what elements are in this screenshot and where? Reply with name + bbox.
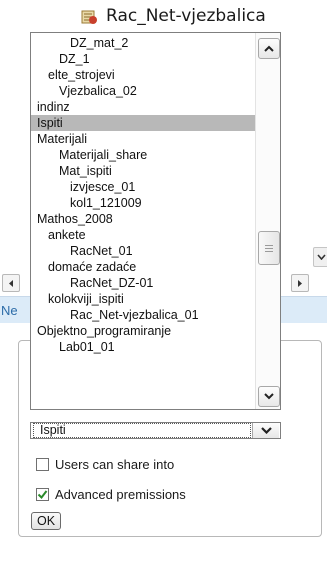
folder-select-value: Ispiti [33, 423, 251, 438]
folder-list-item[interactable]: Ispiti [31, 115, 261, 131]
users-can-share-label: Users can share into [55, 456, 175, 472]
chevron-up-icon [264, 45, 274, 52]
folder-list-item[interactable]: Rac_Net-vjezbalica_01 [31, 307, 280, 323]
folder-list-item[interactable]: izvjesce_01 [31, 179, 280, 195]
folder-list-item[interactable]: Materijali [31, 131, 261, 147]
advanced-permissions-option[interactable]: Advanced premissions [36, 485, 186, 503]
tree-vertical-scrollbar[interactable] [313, 0, 327, 268]
grip-icon [265, 244, 273, 252]
tree-item[interactable]: Rac_Net-vjezbalica [80, 4, 266, 28]
users-can-share-checkbox[interactable] [36, 457, 49, 471]
users-can-share-option[interactable]: Users can share into [36, 455, 174, 473]
folder-list: DZ_mat_2 DZ_1 elte_strojevi Vjezbalica_02 in… [31, 33, 261, 409]
scroll-up-button[interactable] [258, 38, 280, 59]
status-text: Ne [1, 303, 18, 318]
folder-list-item[interactable]: DZ_mat_2 [31, 35, 280, 51]
ok-button[interactable]: OK [31, 512, 61, 530]
folder-list-item[interactable]: Objektno_programiranje [31, 323, 261, 339]
folder-list-item[interactable]: ankete [31, 227, 272, 243]
dropdown-scrollbar[interactable] [255, 33, 280, 409]
folder-dropdown-list[interactable]: DZ_mat_2 DZ_1 elte_strojevi Vjezbalica_02 in… [30, 32, 281, 410]
folder-select[interactable]: Ispiti [30, 422, 281, 439]
advanced-permissions-checkbox[interactable] [36, 487, 49, 501]
checkmark-icon [37, 489, 48, 499]
tree-item-label: Rac_Net-vjezbalica [106, 6, 266, 26]
scroll-thumb[interactable] [258, 231, 280, 265]
folder-list-item[interactable]: kolokviji_ispiti [31, 291, 272, 307]
scroll-down-arrow-icon[interactable] [313, 247, 327, 267]
scroll-right-arrow-icon[interactable] [291, 274, 309, 292]
folder-list-item[interactable]: Mat_ispiti [31, 163, 280, 179]
folder-list-item[interactable]: elte_strojevi [31, 67, 272, 83]
folder-list-item[interactable]: Vjezbalica_02 [31, 83, 280, 99]
folder-list-item[interactable]: kol1_121009 [31, 195, 280, 211]
folder-list-item[interactable]: RacNet_DZ-01 [31, 275, 280, 291]
select-dropdown-button[interactable] [252, 423, 279, 438]
advanced-permissions-label: Advanced premissions [55, 486, 186, 502]
scroll-left-arrow-icon[interactable] [2, 274, 20, 292]
folder-list-item[interactable]: domaće zadaće [31, 259, 272, 275]
chevron-down-icon [264, 393, 274, 400]
folder-list-item[interactable]: DZ_1 [31, 51, 280, 67]
scroll-down-button[interactable] [258, 386, 280, 407]
folder-list-item[interactable]: Mathos_2008 [31, 211, 261, 227]
chevron-down-icon [260, 427, 272, 434]
folder-list-item[interactable]: Lab01_01 [31, 339, 280, 355]
folder-list-item[interactable]: Materijali_share [31, 147, 280, 163]
folder-list-item[interactable]: indinz [31, 99, 261, 115]
document-icon [80, 8, 98, 25]
folder-list-item[interactable]: RacNet_01 [31, 243, 280, 259]
